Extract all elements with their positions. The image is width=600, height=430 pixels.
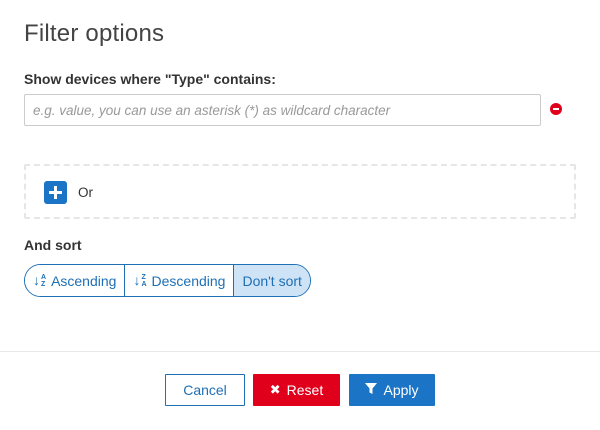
dont-sort-label: Don't sort: [242, 272, 302, 289]
apply-label: Apply: [383, 382, 419, 398]
or-label: Or: [78, 185, 93, 200]
filter-options-dialog: Filter options Show devices where "Type"…: [0, 0, 600, 430]
cancel-label: Cancel: [183, 382, 227, 398]
sort-descending-icon: ↓ Z A: [133, 271, 147, 288]
sort-ascending-icon: ↓ A Z: [33, 271, 47, 288]
sort-ascending-button[interactable]: ↓ A Z Ascending: [25, 265, 126, 296]
filter-label: Show devices where "Type" contains:: [24, 71, 276, 87]
sort-button-group: ↓ A Z Ascending ↓ Z A Descending Don't sort: [24, 264, 311, 297]
sort-descending-button[interactable]: ↓ Z A Descending: [125, 265, 235, 296]
dialog-title: Filter options: [24, 20, 165, 47]
or-condition-box: Or: [24, 164, 576, 219]
filter-value-input[interactable]: [24, 94, 541, 126]
sort-ascending-label: Ascending: [51, 272, 117, 289]
apply-button[interactable]: Apply: [349, 374, 435, 406]
filter-icon: [365, 382, 378, 398]
close-icon: ✖: [269, 382, 281, 397]
reset-label: Reset: [286, 382, 324, 398]
sort-descending-label: Descending: [151, 272, 226, 289]
add-or-condition-icon[interactable]: [44, 181, 67, 204]
sort-label: And sort: [24, 237, 82, 253]
footer-divider: [0, 351, 600, 352]
cancel-button[interactable]: Cancel: [165, 374, 245, 406]
remove-condition-icon[interactable]: [550, 103, 562, 115]
reset-button[interactable]: ✖ Reset: [253, 374, 340, 406]
dont-sort-button[interactable]: Don't sort: [234, 265, 310, 296]
